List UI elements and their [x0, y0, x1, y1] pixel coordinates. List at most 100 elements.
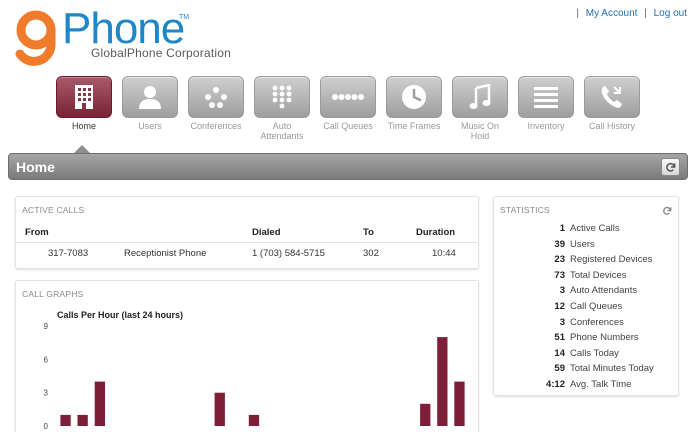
nav-call-history-tile[interactable]	[584, 76, 640, 118]
nav-label: Users	[138, 121, 162, 131]
stat-value: 3	[559, 285, 565, 297]
nav-users[interactable]: Users	[122, 76, 178, 131]
call-to: 302	[363, 248, 379, 259]
chart-bar	[454, 381, 465, 426]
table-row[interactable]: 317-7083 Receptionist Phone 1 (703) 584-…	[16, 246, 478, 262]
nav-label: Music On Hold	[460, 121, 499, 141]
logout-link[interactable]: Log out	[654, 8, 687, 19]
nav-time-frames-tile[interactable]	[386, 76, 442, 118]
stat-value: 51	[554, 332, 565, 344]
nav-auto-attendants-tile[interactable]	[254, 76, 310, 118]
list-item: 14 Calls Today	[494, 348, 680, 363]
nav-inventory-tile[interactable]	[518, 76, 574, 118]
nav-time-frames[interactable]: Time Frames	[386, 76, 442, 131]
stat-label: Avg. Talk Time	[570, 379, 632, 390]
list-item: 3 Conferences	[494, 317, 680, 332]
phone-history-icon	[601, 86, 622, 108]
list-item: 4:12 Avg. Talk Time	[494, 379, 680, 394]
nav-auto-attendants[interactable]: Auto Attendants	[254, 76, 310, 141]
conference-dots-icon	[205, 87, 227, 108]
stat-label: Phone Numbers	[570, 332, 639, 344]
stat-label: Active Calls	[570, 223, 620, 234]
logo-trademark: TM	[179, 14, 190, 21]
user-icon	[139, 86, 161, 109]
logo-g-icon	[15, 10, 56, 66]
y-tick-label: 9	[44, 322, 49, 331]
keypad-icon	[272, 85, 292, 109]
refresh-button[interactable]	[661, 158, 680, 176]
list-item: 12 Call Queues	[494, 301, 680, 316]
nav-call-history[interactable]: Call History	[584, 76, 640, 131]
list-item: 59 Total Minutes Today	[494, 363, 680, 378]
stat-label: Registered Devices	[570, 254, 653, 266]
clock-icon	[402, 85, 426, 109]
stat-value: 12	[554, 301, 565, 312]
nav-label: Conferences	[190, 121, 242, 131]
top-links: | My Account | Log out	[572, 8, 687, 19]
company-name: GlobalPhone Corporation	[91, 46, 232, 60]
y-tick-label: 3	[44, 389, 49, 398]
chart-bar	[248, 414, 260, 426]
statistics-title: STATISTICS	[500, 205, 550, 215]
y-tick-label: 6	[44, 355, 49, 364]
stat-label: Call Queues	[570, 301, 623, 312]
statistics-refresh-button[interactable]	[662, 203, 672, 221]
active-calls-title: ACTIVE CALLS	[22, 205, 85, 215]
refresh-icon	[663, 206, 672, 215]
chart-bar	[437, 337, 448, 426]
list-item: 73 Total Devices	[494, 270, 680, 285]
active-calls-panel: ACTIVE CALLS From Dialed To Duration 317…	[15, 196, 479, 269]
active-calls-header: From Dialed To Duration	[16, 225, 478, 243]
col-to: To	[363, 227, 374, 238]
list-item: 23 Registered Devices	[494, 254, 680, 269]
stat-value: 4:12	[545, 379, 565, 390]
nav-label: Inventory	[527, 121, 565, 131]
stat-label: Users	[570, 238, 595, 250]
my-account-link[interactable]: My Account	[586, 8, 638, 19]
list-icon	[534, 87, 558, 108]
nav-conferences-tile[interactable]	[188, 76, 244, 118]
stat-label: Calls Today	[570, 347, 619, 359]
calls-per-hour-chart: Calls Per Hour (last 24 hours) 0 3 6 9	[44, 310, 465, 431]
queue-dots-icon	[332, 94, 364, 100]
chart-bar	[77, 414, 88, 426]
nav-label: Time Frames	[387, 121, 441, 131]
nav-call-queues-tile[interactable]	[320, 76, 376, 118]
nav-home-tile[interactable]	[56, 76, 112, 118]
stat-value: 23	[554, 254, 565, 266]
stat-label: Total Minutes Today	[570, 363, 654, 375]
list-item: 3 Auto Attendants	[494, 285, 680, 300]
stat-label: Total Devices	[570, 269, 627, 281]
page-titlebar: Home	[8, 153, 688, 180]
call-dialed: 1 (703) 584-5715	[252, 248, 325, 259]
chart-bar	[420, 403, 431, 426]
link-separator: |	[644, 8, 647, 19]
chart-bar	[214, 392, 225, 426]
stat-value: 14	[554, 347, 565, 359]
call-duration: 10:44	[432, 248, 456, 259]
nav-users-tile[interactable]	[122, 76, 178, 118]
list-item: 51 Phone Numbers	[494, 332, 680, 347]
chart-bar	[94, 381, 105, 426]
nav-home[interactable]: Home	[56, 76, 112, 131]
list-item: 1 Active Calls	[494, 223, 680, 238]
stat-value: 3	[559, 316, 565, 328]
stat-label: Auto Attendants	[570, 285, 638, 297]
nav-conferences[interactable]: Conferences	[188, 76, 244, 131]
stat-value: 73	[554, 269, 565, 281]
nav-music-on-hold-tile[interactable]	[452, 76, 508, 118]
nav-inventory[interactable]: Inventory	[518, 76, 574, 131]
nav-music-on-hold[interactable]: Music On Hold	[452, 76, 508, 141]
building-icon	[75, 85, 93, 109]
stat-value: 39	[554, 238, 565, 250]
nav-label: Auto Attendants	[260, 121, 304, 141]
refresh-icon	[666, 162, 676, 172]
call-name: Receptionist Phone	[124, 248, 207, 259]
chart-title: Calls Per Hour (last 24 hours)	[57, 310, 183, 320]
nav-label: Call History	[588, 121, 635, 131]
nav-call-queues[interactable]: Call Queues	[320, 76, 376, 131]
call-graphs-panel: CALL GRAPHS Calls Per Hour (last 24 hour…	[15, 280, 479, 432]
col-duration: Duration	[416, 227, 456, 238]
stat-value: 1	[559, 223, 565, 234]
stat-label: Conferences	[570, 316, 624, 328]
